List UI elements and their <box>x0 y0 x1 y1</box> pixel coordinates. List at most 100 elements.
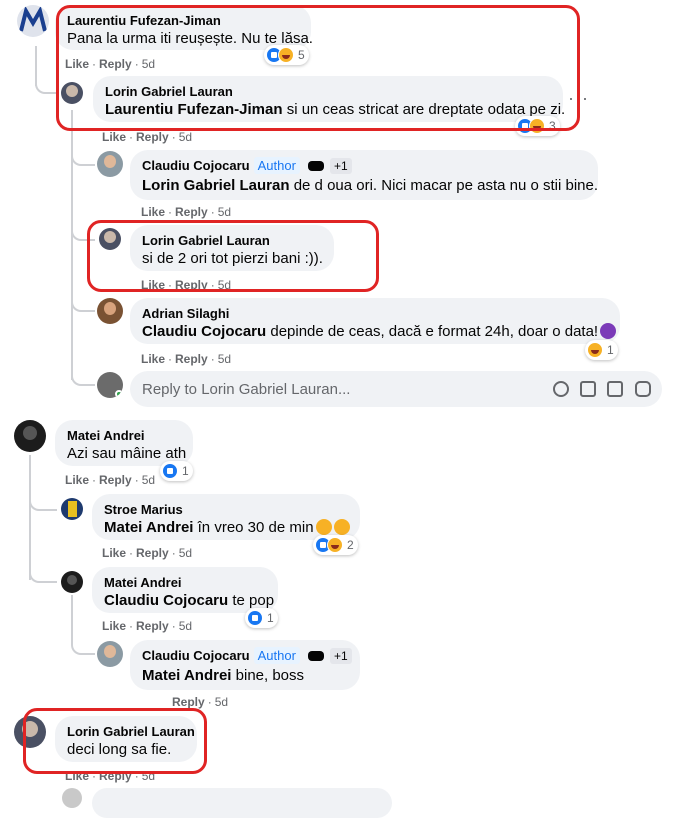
reply-button[interactable]: Reply <box>99 473 132 487</box>
like-button[interactable]: Like <box>102 130 126 144</box>
comment-text: în vreo 30 de min <box>197 519 314 536</box>
avatar[interactable] <box>14 420 46 452</box>
comment-time[interactable]: 5d <box>179 619 192 633</box>
highlight-annotation <box>23 708 207 774</box>
reaction-count: 1 <box>607 343 614 357</box>
comment-text: te pop <box>232 592 275 609</box>
reply-button[interactable]: Reply <box>175 205 208 219</box>
separator: · <box>171 546 176 560</box>
comment-time[interactable]: 5d <box>142 473 155 487</box>
thread-line <box>29 455 31 580</box>
comment-actions: Like · Reply · 5d <box>102 546 192 560</box>
reaction-count: 1 <box>267 611 274 625</box>
like-button[interactable]: Like <box>102 619 126 633</box>
comment-bubble: Matei Andrei Azi sau mâine ath <box>55 420 193 466</box>
comment-author[interactable]: Claudiu Cojocaru <box>142 648 250 663</box>
separator: · <box>168 352 173 366</box>
comment-time[interactable]: 5d <box>215 695 228 709</box>
mention-tag[interactable]: Matei Andrei <box>104 519 193 536</box>
comment-actions: Like · Reply · 5d <box>102 130 192 144</box>
logo-m-icon <box>19 5 47 32</box>
haha-reaction-icon <box>587 342 603 358</box>
comment-bubble: Claudiu Cojocaru Author +1 Matei Andrei bi… <box>130 640 360 690</box>
emoji-icon[interactable] <box>553 381 569 397</box>
mention-tag[interactable]: Claudiu Cojocaru <box>142 323 266 340</box>
reply-input[interactable]: Reply to Lorin Gabriel Lauran... <box>130 371 662 407</box>
reply-button[interactable]: Reply <box>136 130 169 144</box>
camera-icon[interactable] <box>580 381 596 397</box>
current-user-avatar <box>97 372 123 398</box>
thread-curve <box>71 637 95 655</box>
gamepad-icon <box>307 651 324 661</box>
comment-actions: Like · Reply · 5d <box>65 473 155 487</box>
comment-text: bine, boss <box>235 667 305 684</box>
separator: · <box>129 130 134 144</box>
plus-one-badge: +1 <box>329 648 352 664</box>
comment-bubble: Claudiu Cojocaru Author +1 Lorin Gabriel L… <box>130 150 598 200</box>
comment-text: depinde de ceas, dacă e format 24h, doar… <box>270 323 599 340</box>
avatar[interactable] <box>97 151 123 177</box>
reaction-summary[interactable]: 1 <box>585 340 618 360</box>
reaction-summary[interactable]: 1 <box>160 461 193 481</box>
comment-author[interactable]: Claudiu Cojocaru <box>142 158 250 173</box>
like-button[interactable]: Like <box>141 352 165 366</box>
avatar[interactable] <box>97 298 123 324</box>
comment-time[interactable]: 5d <box>179 130 192 144</box>
reply-button[interactable]: Reply <box>136 546 169 560</box>
highlight-annotation <box>56 5 580 131</box>
comment-bubble: Matei Andrei Claudiu Cojocaru te pop <box>92 567 278 613</box>
thread-line <box>71 595 73 640</box>
highlight-annotation <box>87 220 379 292</box>
devil-emoji-icon <box>600 323 617 339</box>
avatar[interactable] <box>61 571 83 593</box>
gamepad-icon <box>307 161 324 171</box>
reaction-summary[interactable]: 2 <box>313 535 358 555</box>
like-button[interactable]: Like <box>141 205 165 219</box>
avatar[interactable] <box>17 5 49 37</box>
comment-bubble: Adrian Silaghi Claudiu Cojocaru depinde … <box>130 298 620 344</box>
like-button[interactable]: Like <box>65 473 89 487</box>
reaction-summary[interactable]: 1 <box>245 608 278 628</box>
reply-button[interactable]: Reply <box>136 619 169 633</box>
comment-actions: Reply · 5d <box>172 695 228 709</box>
comment-time[interactable]: 5d <box>218 352 231 366</box>
comment-author[interactable]: Matei Andrei <box>104 574 266 591</box>
comment-time[interactable]: 5d <box>218 205 231 219</box>
reply-button[interactable]: Reply <box>175 352 208 366</box>
author-badge: Author <box>253 647 300 664</box>
reply-placeholder: Reply to Lorin Gabriel Lauran... <box>142 380 351 398</box>
separator: · <box>207 695 212 709</box>
comment-actions: Like · Reply · 5d <box>141 352 231 366</box>
comment-author[interactable]: Matei Andrei <box>67 427 181 444</box>
like-button[interactable]: Like <box>102 546 126 560</box>
sticker-icon[interactable] <box>635 381 651 397</box>
comment-bubble: Stroe Marius Matei Andrei în vreo 30 de … <box>92 494 360 540</box>
avatar[interactable] <box>97 641 123 667</box>
separator: · <box>171 130 176 144</box>
thread-curve <box>71 296 95 312</box>
separator: · <box>210 205 215 219</box>
comment-author[interactable]: Stroe Marius <box>104 501 348 518</box>
comment-actions: Like · Reply · 5d <box>102 619 192 633</box>
laughing-emoji-icon <box>315 519 332 535</box>
author-badge: Author <box>253 157 300 174</box>
avatar[interactable] <box>61 498 83 520</box>
gif-icon[interactable] <box>607 381 623 397</box>
laughing-emoji-icon <box>333 519 350 535</box>
mention-tag[interactable]: Matei Andrei <box>142 667 231 684</box>
mention-tag[interactable]: Claudiu Cojocaru <box>104 592 228 609</box>
thread-curve <box>29 493 57 511</box>
comment-author-row: Claudiu Cojocaru Author +1 <box>142 157 586 174</box>
haha-reaction-icon <box>327 537 343 553</box>
like-reaction-icon <box>162 463 178 479</box>
separator: · <box>171 619 176 633</box>
separator: · <box>134 473 139 487</box>
reaction-count: 1 <box>182 464 189 478</box>
mention-tag[interactable]: Lorin Gabriel Lauran <box>142 177 290 194</box>
avatar[interactable] <box>62 788 82 808</box>
comment-author[interactable]: Adrian Silaghi <box>142 305 608 322</box>
comment-time[interactable]: 5d <box>179 546 192 560</box>
reply-button[interactable]: Reply <box>172 695 205 709</box>
separator: · <box>129 619 134 633</box>
separator: · <box>92 473 97 487</box>
